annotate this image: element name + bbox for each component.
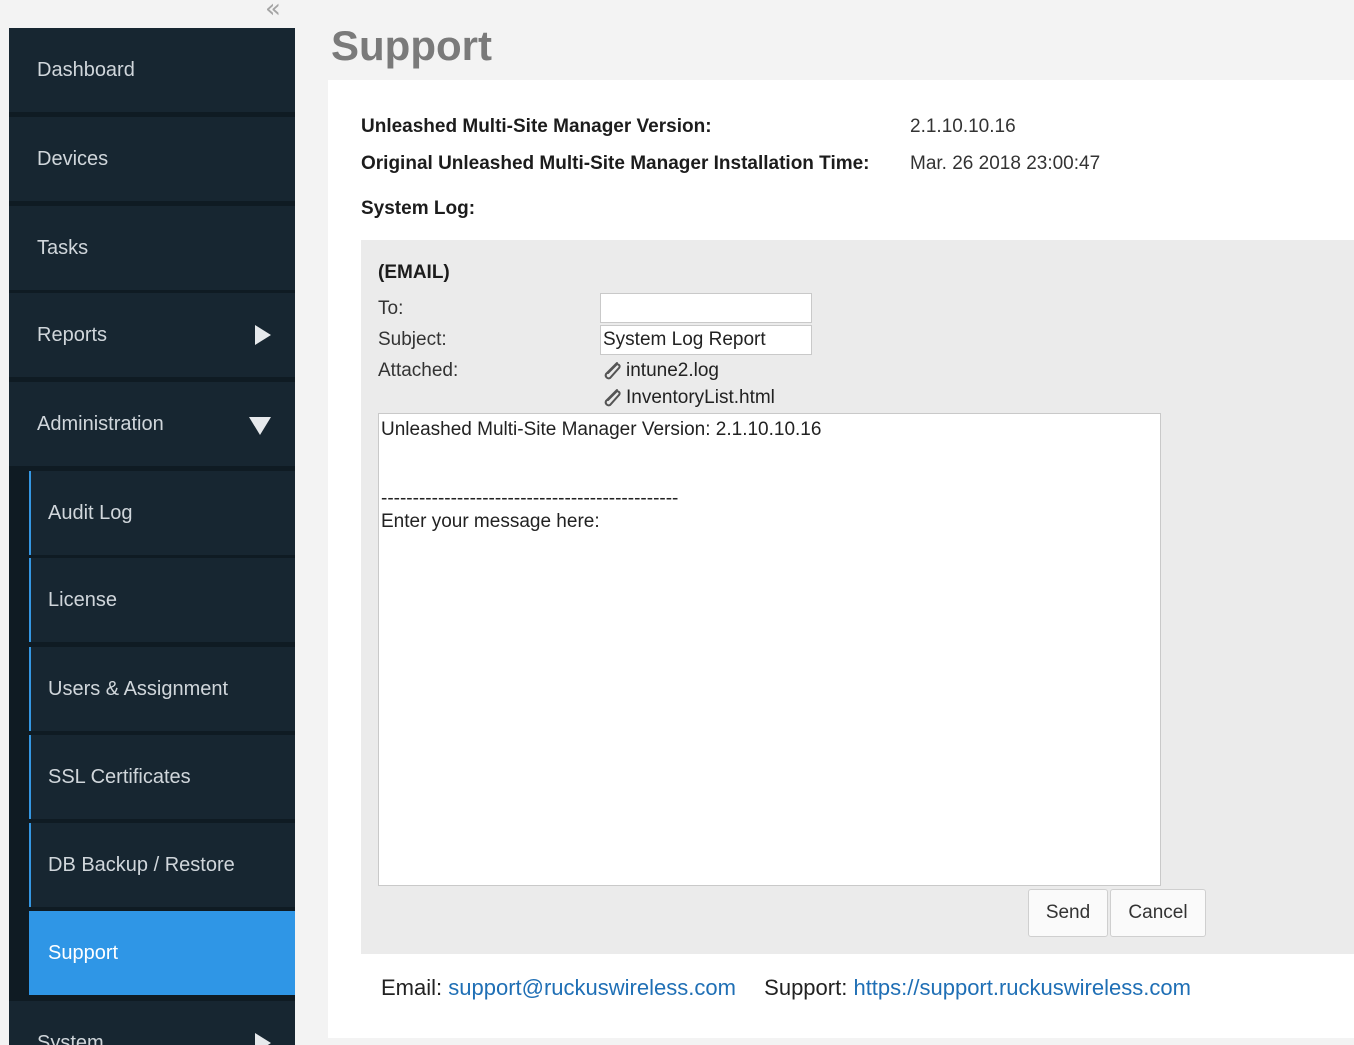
sidebar-item-label: System — [37, 1031, 104, 1045]
sidebar-item-label: DB Backup / Restore — [48, 853, 235, 876]
chevron-right-icon — [255, 1033, 271, 1045]
sidebar-item-label: License — [48, 588, 117, 611]
support-content: Unleashed Multi-Site Manager Version: 2.… — [328, 80, 1354, 1038]
page-title: Support — [331, 22, 492, 69]
to-input[interactable] — [600, 293, 812, 323]
sidebar-item-label: Dashboard — [37, 58, 135, 81]
sidebar-item-label: Devices — [37, 147, 109, 170]
email-title: (EMAIL) — [378, 262, 450, 283]
attachment-item: intune2.log — [600, 359, 719, 383]
sidebar-item-reports[interactable]: Reports — [9, 293, 295, 377]
sidebar-item-label: Tasks — [37, 236, 89, 259]
sidebar-item-label: Support — [48, 941, 119, 964]
sidebar-subitem-ssl-certificates[interactable]: SSL Certificates — [29, 735, 295, 819]
send-button[interactable]: Send — [1028, 889, 1108, 937]
sidebar-item-tasks[interactable]: Tasks — [9, 206, 295, 290]
sidebar-subitem-support[interactable]: Support — [29, 911, 295, 995]
sidebar-item-label: Reports — [37, 323, 108, 346]
collapse-sidebar-icon[interactable]: « — [265, 0, 281, 22]
sidebar-subitem-audit-log[interactable]: Audit Log — [29, 471, 295, 555]
cancel-button[interactable]: Cancel — [1110, 889, 1206, 937]
sidebar-item-system[interactable]: System — [9, 1001, 295, 1045]
sidebar-item-label: Audit Log — [48, 501, 133, 524]
version-label: Unleashed Multi-Site Manager Version: — [361, 116, 712, 137]
attached-label: Attached: — [378, 360, 459, 381]
sidebar-item-label: Administration — [37, 412, 164, 435]
sidebar: Dashboard Devices Tasks Reports Administ… — [9, 28, 295, 1045]
subject-label: Subject: — [378, 329, 447, 350]
subject-input[interactable] — [600, 325, 812, 355]
install-time-value: Mar. 26 2018 23:00:47 — [910, 153, 1101, 174]
sidebar-item-devices[interactable]: Devices — [9, 117, 295, 201]
support-site-link[interactable]: https://support.ruckuswireless.com — [853, 975, 1190, 1000]
to-label: To: — [378, 298, 404, 319]
sidebar-subitem-db-backup[interactable]: DB Backup / Restore — [29, 823, 295, 907]
attachment-name: intune2.log — [626, 360, 719, 381]
attachment-name: InventoryList.html — [626, 387, 775, 408]
sidebar-subitem-users-assignment[interactable]: Users & Assignment — [29, 647, 295, 731]
support-footer: Email: support@ruckuswireless.com Suppor… — [381, 975, 1191, 1001]
email-panel: (EMAIL) To: Subject: Attached: intune2.l… — [361, 240, 1354, 954]
sidebar-item-dashboard[interactable]: Dashboard — [9, 28, 295, 112]
paperclip-icon — [604, 362, 621, 380]
system-log-label: System Log: — [361, 198, 476, 219]
chevron-right-icon — [255, 325, 271, 345]
sidebar-item-label: Users & Assignment — [48, 677, 229, 700]
sidebar-item-label: SSL Certificates — [48, 765, 191, 788]
chevron-down-icon — [249, 417, 271, 435]
support-label: Support: — [764, 975, 848, 1000]
version-value: 2.1.10.10.16 — [910, 116, 1016, 137]
install-time-label: Original Unleashed Multi-Site Manager In… — [361, 153, 870, 174]
sidebar-item-administration[interactable]: Administration — [9, 382, 295, 466]
paperclip-icon — [604, 389, 621, 407]
attachment-item: InventoryList.html — [600, 386, 775, 410]
email-label: Email: — [381, 975, 443, 1000]
message-textarea[interactable]: Unleashed Multi-Site Manager Version: 2.… — [378, 413, 1161, 886]
sidebar-subitem-license[interactable]: License — [29, 558, 295, 642]
support-email-link[interactable]: support@ruckuswireless.com — [448, 975, 736, 1000]
